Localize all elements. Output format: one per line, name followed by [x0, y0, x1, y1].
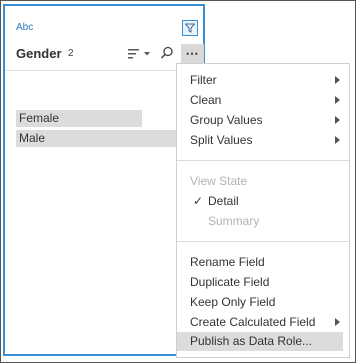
menu-item-split-values[interactable]: Split Values — [177, 131, 349, 150]
menu-item-summary: Summary — [177, 212, 349, 231]
menu-item-label: Rename Field — [190, 255, 265, 269]
menu-heading-label: View State — [190, 174, 248, 188]
field-profile-card[interactable]: Abc Gender 2 ⋯ Female Male — [3, 4, 205, 356]
menu-item-label: Clean — [190, 93, 222, 107]
menu-item-label: Summary — [208, 214, 260, 228]
menu-item-label: Detail — [208, 194, 239, 208]
submenu-arrow-icon — [335, 136, 340, 144]
field-value-count: 2 — [68, 48, 74, 59]
menu-item-filter[interactable]: Filter — [177, 71, 349, 90]
sort-icon — [128, 49, 150, 59]
more-icon: ⋯ — [185, 46, 200, 61]
sort-button[interactable] — [127, 47, 153, 61]
submenu-arrow-icon — [335, 96, 340, 104]
more-options-button[interactable]: ⋯ — [181, 44, 204, 64]
menu-item-keep-only-field[interactable]: Keep Only Field — [177, 293, 349, 312]
value-row-male[interactable]: Male — [16, 130, 180, 147]
checkmark-icon: ✓ — [193, 194, 204, 208]
field-name: Gender — [16, 46, 62, 61]
menu-item-label: Split Values — [190, 133, 253, 147]
search-button[interactable] — [159, 45, 175, 61]
search-icon — [160, 46, 173, 59]
menu-divider — [177, 241, 349, 242]
menu-item-label: Publish as Data Role... — [190, 334, 313, 348]
menu-item-label: Filter — [190, 73, 217, 87]
menu-item-label: Keep Only Field — [190, 295, 276, 309]
value-row-female[interactable]: Female — [16, 110, 142, 127]
menu-item-duplicate-field[interactable]: Duplicate Field — [177, 273, 349, 292]
value-label: Male — [19, 131, 46, 145]
menu-item-label: Group Values — [190, 113, 263, 127]
menu-divider — [177, 160, 349, 161]
field-context-menu: Filter Clean Group Values Split Values V… — [176, 63, 350, 358]
menu-item-publish-as-data-role[interactable]: Publish as Data Role... — [177, 332, 343, 351]
menu-item-group-values[interactable]: Group Values — [177, 111, 349, 130]
filter-button[interactable] — [182, 20, 198, 36]
menu-item-rename-field[interactable]: Rename Field — [177, 253, 349, 272]
menu-heading-view-state: View State — [177, 172, 349, 191]
submenu-arrow-icon — [335, 116, 340, 124]
submenu-arrow-icon — [335, 318, 340, 326]
header-divider — [5, 70, 203, 71]
submenu-arrow-icon — [335, 76, 340, 84]
value-label: Female — [19, 111, 60, 125]
menu-item-label: Duplicate Field — [190, 275, 270, 289]
menu-item-clean[interactable]: Clean — [177, 91, 349, 110]
menu-item-create-calculated-field[interactable]: Create Calculated Field — [177, 313, 349, 332]
menu-item-detail[interactable]: ✓ Detail — [177, 192, 349, 211]
data-type-label: Abc — [16, 22, 34, 33]
menu-item-label: Create Calculated Field — [190, 315, 316, 329]
filter-icon — [185, 23, 195, 33]
